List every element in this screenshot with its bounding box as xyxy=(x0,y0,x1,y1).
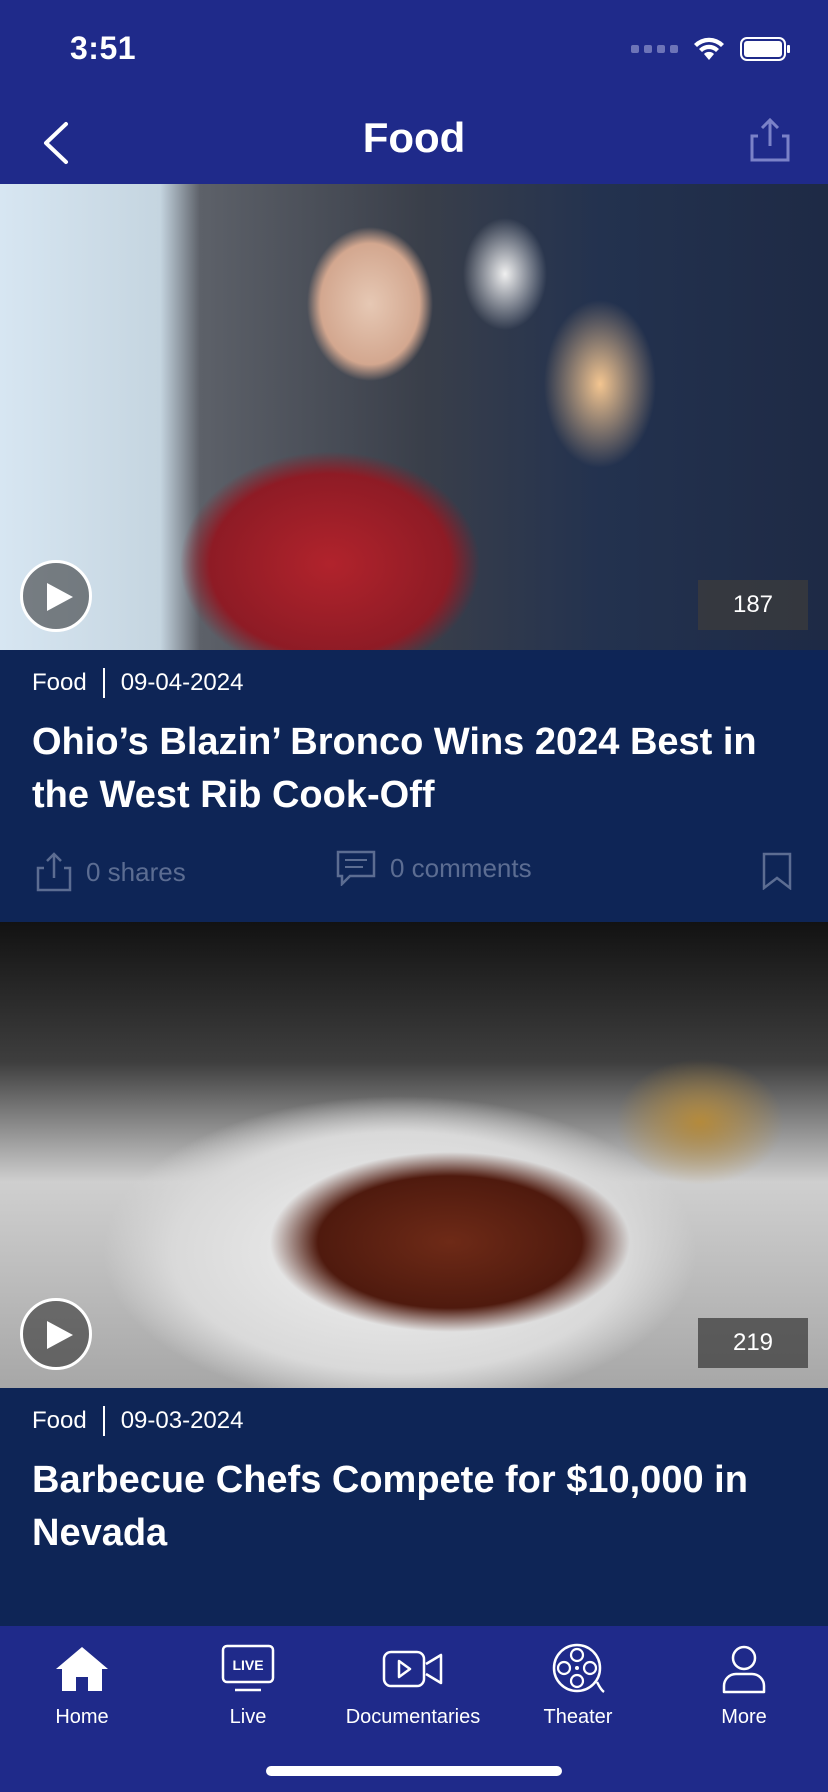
view-count-badge: 219 xyxy=(698,1318,808,1368)
home-indicator[interactable] xyxy=(266,1766,562,1776)
share-action[interactable]: 0 shares xyxy=(36,852,186,892)
article-category[interactable]: Food xyxy=(32,1407,87,1435)
live-tv-icon: LIVE xyxy=(221,1644,275,1692)
article-card[interactable]: 187 Food 09-04-2024 Ohio’s Blazin’ Bronc… xyxy=(0,184,828,922)
share-icon xyxy=(36,852,72,892)
tab-label: Home xyxy=(55,1706,109,1728)
status-time: 3:51 xyxy=(70,30,137,66)
live-badge-text: LIVE xyxy=(232,1657,263,1673)
article-thumbnail[interactable]: 219 xyxy=(0,922,828,1388)
status-icons xyxy=(631,36,792,62)
tab-theater[interactable]: Theater xyxy=(503,1640,653,1729)
play-button[interactable] xyxy=(20,560,92,632)
tab-live[interactable]: LIVE Live xyxy=(173,1640,323,1729)
article-meta: Food 09-04-2024 xyxy=(0,650,828,716)
article-actions: 0 shares 0 comments xyxy=(0,822,828,922)
article-category[interactable]: Food xyxy=(32,669,87,697)
article-thumbnail[interactable]: 187 xyxy=(0,184,828,650)
article-date: 09-03-2024 xyxy=(120,1407,244,1434)
share-count: 0 shares xyxy=(86,856,186,887)
video-camera-icon xyxy=(382,1650,443,1688)
person-icon xyxy=(722,1645,766,1694)
view-count-badge: 187 xyxy=(698,580,808,630)
home-icon xyxy=(56,1647,108,1691)
film-reel-icon xyxy=(552,1643,605,1694)
tab-label: More xyxy=(721,1706,767,1728)
nav-bar: Food xyxy=(0,100,828,184)
comment-icon xyxy=(336,850,376,886)
meta-divider xyxy=(102,1406,105,1436)
play-icon xyxy=(47,583,73,611)
cellular-signal-icon xyxy=(631,45,678,53)
meta-divider xyxy=(102,668,105,698)
tab-label: Documentaries xyxy=(345,1706,481,1728)
bookmark-icon[interactable] xyxy=(762,852,792,890)
article-card[interactable]: 219 Food 09-03-2024 Barbecue Chefs Compe… xyxy=(0,922,828,1560)
tab-more[interactable]: More xyxy=(669,1640,819,1729)
play-button[interactable] xyxy=(20,1298,92,1370)
share-icon[interactable] xyxy=(748,116,792,164)
article-date: 09-04-2024 xyxy=(120,669,244,696)
play-icon xyxy=(47,1321,73,1349)
tab-documentaries[interactable]: Documentaries xyxy=(338,1640,488,1729)
article-meta: Food 09-03-2024 xyxy=(0,1388,828,1454)
tab-bar: Home LIVE Live Documentaries Theater Mor… xyxy=(0,1626,828,1792)
comment-action[interactable]: 0 comments xyxy=(336,850,532,886)
wifi-icon xyxy=(694,37,724,60)
status-bar: 3:51 xyxy=(0,0,828,100)
article-feed[interactable]: 187 Food 09-04-2024 Ohio’s Blazin’ Bronc… xyxy=(0,184,828,1626)
tab-label: Theater xyxy=(543,1706,613,1728)
battery-icon xyxy=(740,37,790,61)
tab-label: Live xyxy=(229,1706,267,1728)
page-title: Food xyxy=(362,114,466,161)
article-title[interactable]: Ohio’s Blazin’ Bronco Wins 2024 Best in … xyxy=(0,716,828,822)
tab-home[interactable]: Home xyxy=(7,1640,157,1729)
comment-count: 0 comments xyxy=(390,852,532,883)
article-title[interactable]: Barbecue Chefs Compete for $10,000 in Ne… xyxy=(0,1454,828,1560)
